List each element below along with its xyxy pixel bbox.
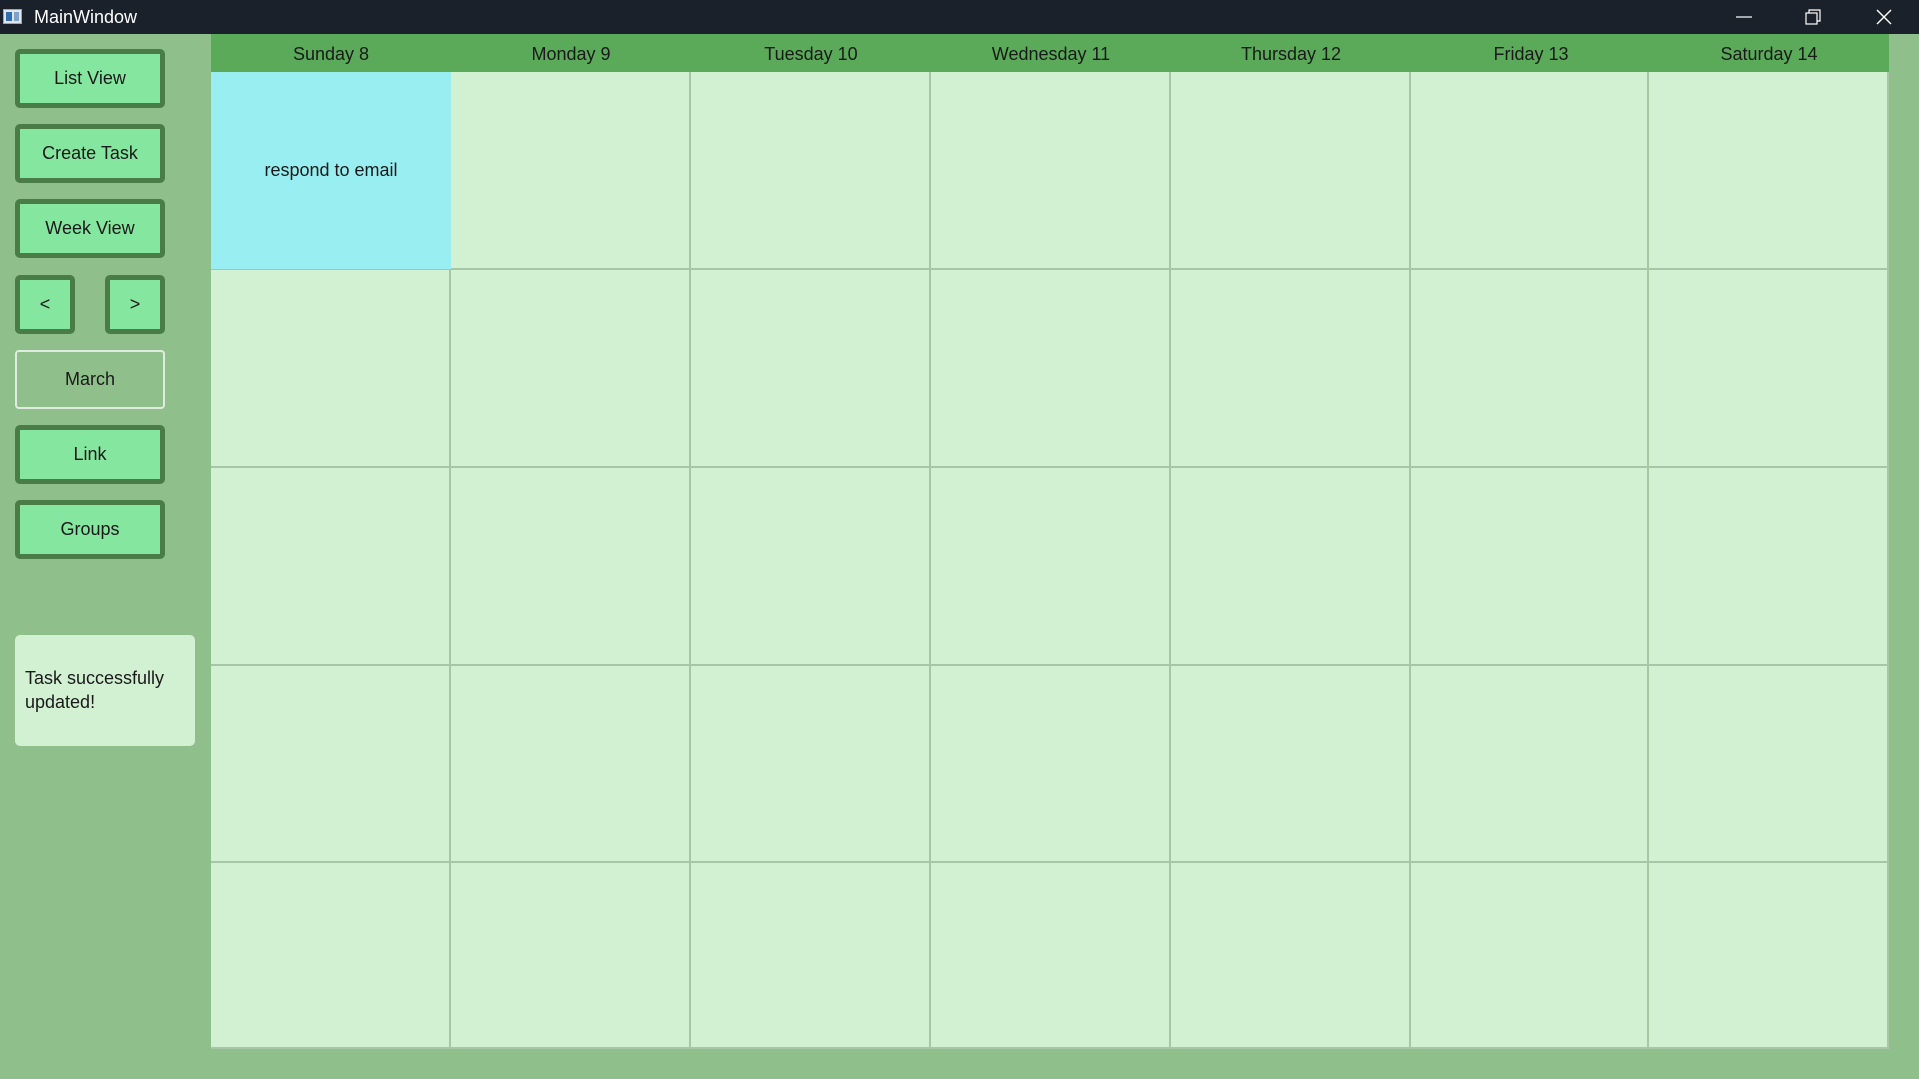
calendar-cell[interactable]: [451, 468, 691, 666]
prev-button[interactable]: <: [15, 275, 75, 334]
minimize-icon: [1736, 16, 1752, 18]
calendar-cell[interactable]: [1411, 666, 1649, 863]
calendar-cell[interactable]: [1171, 72, 1411, 270]
calendar-cell[interactable]: [1171, 270, 1411, 468]
day-header-wednesday: Wednesday 11: [991, 44, 1111, 64]
calendar-cell[interactable]: [1411, 863, 1649, 1049]
week-calendar: Sunday 8 Monday 9 Tuesday 10 Wednesday 1…: [211, 34, 1889, 1049]
day-header-sunday: Sunday 8: [292, 44, 370, 64]
day-header-monday: Monday 9: [531, 44, 611, 64]
status-message: Task successfully updated!: [15, 635, 195, 746]
calendar-cell[interactable]: [931, 270, 1171, 468]
calendar-cell[interactable]: [1411, 72, 1649, 270]
calendar-cell[interactable]: [931, 863, 1171, 1049]
window-title: MainWindow: [34, 7, 138, 27]
calendar-cell[interactable]: [691, 863, 931, 1049]
calendar-cell[interactable]: [451, 270, 691, 468]
task-item[interactable]: respond to email: [211, 72, 451, 269]
app-icon: [3, 9, 22, 24]
calendar-cell[interactable]: [1171, 666, 1411, 863]
day-header-friday: Friday 13: [1493, 44, 1569, 64]
day-header-saturday: Saturday 14: [1720, 44, 1818, 64]
calendar-header: Sunday 8 Monday 9 Tuesday 10 Wednesday 1…: [211, 34, 1889, 72]
calendar-cell[interactable]: [211, 468, 451, 666]
calendar-cell[interactable]: [211, 270, 451, 468]
calendar-cell[interactable]: [1411, 270, 1649, 468]
calendar-cell[interactable]: [931, 666, 1171, 863]
calendar-cell[interactable]: [1411, 468, 1649, 666]
calendar-cell[interactable]: [691, 72, 931, 270]
title-bar: MainWindow: [0, 0, 1919, 34]
maximize-icon: [1805, 9, 1821, 25]
calendar-cell[interactable]: [691, 666, 931, 863]
calendar-cell[interactable]: [1649, 468, 1889, 666]
calendar-cell[interactable]: [1171, 468, 1411, 666]
close-icon: [1876, 9, 1892, 25]
calendar-cell[interactable]: [691, 468, 931, 666]
calendar-cell[interactable]: [451, 72, 691, 270]
close-button[interactable]: [1850, 0, 1918, 34]
calendar-cell[interactable]: [451, 863, 691, 1049]
calendar-cell[interactable]: [1649, 72, 1889, 270]
calendar-cell[interactable]: [931, 468, 1171, 666]
calendar-cell[interactable]: [1171, 863, 1411, 1049]
calendar-cell[interactable]: [1649, 863, 1889, 1049]
link-button[interactable]: Link: [15, 425, 165, 484]
calendar-cell[interactable]: [211, 863, 451, 1049]
calendar-cell[interactable]: [451, 666, 691, 863]
day-header-tuesday: Tuesday 10: [764, 44, 858, 64]
month-label: March: [15, 350, 165, 409]
create-task-button[interactable]: Create Task: [15, 124, 165, 183]
maximize-button[interactable]: [1779, 0, 1847, 34]
calendar-cell[interactable]: [931, 72, 1171, 270]
calendar-cell[interactable]: [1649, 270, 1889, 468]
next-button[interactable]: >: [105, 275, 165, 334]
calendar-cell[interactable]: [211, 666, 451, 863]
calendar-cell[interactable]: [1649, 666, 1889, 863]
day-header-thursday: Thursday 12: [1240, 44, 1342, 64]
minimize-button[interactable]: [1710, 0, 1778, 34]
list-view-button[interactable]: List View: [15, 49, 165, 108]
groups-button[interactable]: Groups: [15, 500, 165, 559]
calendar-cell[interactable]: [691, 270, 931, 468]
week-view-button[interactable]: Week View: [15, 199, 165, 258]
